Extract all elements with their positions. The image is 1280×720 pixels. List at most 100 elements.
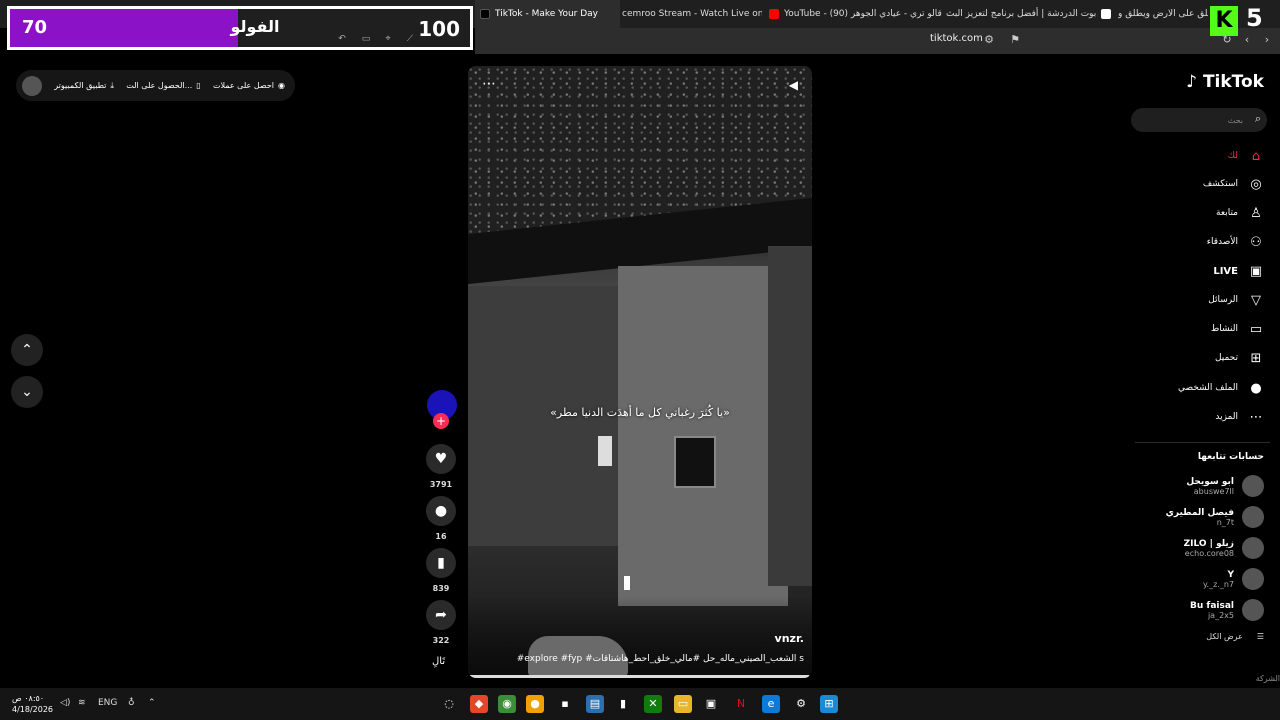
search-icon[interactable]: ⌕: [1255, 112, 1261, 126]
sidebar-item-profile[interactable]: الملف الشخصي ●: [1178, 378, 1264, 398]
settings-icon[interactable]: ⚙: [792, 695, 810, 713]
sidebar-item-upload[interactable]: تحميل ⊞: [1215, 348, 1264, 368]
video-player[interactable]: ⋯ ◀ «يا كُثرَ رغباتي كل ما أهدَت الدنيا …: [468, 66, 812, 678]
video-author[interactable]: vnzr.: [775, 632, 804, 645]
clock-date: 4/18/2026: [12, 705, 54, 714]
tab-other[interactable]: يطلق على الارض ويطلق و...: [1118, 0, 1208, 28]
next-label[interactable]: تَالِ: [432, 656, 445, 667]
search-box[interactable]: ⌕: [1131, 108, 1267, 132]
tiktok-logo-text: TikTok: [1202, 72, 1264, 92]
list-icon: ☰: [1256, 632, 1264, 641]
video-options-icon[interactable]: ⋯: [482, 76, 496, 92]
sidebar-item-friends[interactable]: الأصدقاء ⚇: [1207, 232, 1264, 252]
address-bar[interactable]: [475, 28, 1280, 54]
volume-tray-icon[interactable]: ◁): [60, 698, 70, 708]
language-indicator[interactable]: ENG: [98, 698, 117, 708]
taskbar-clock[interactable]: ٠٨:٥٠ ص 4/18/2026: [12, 693, 53, 715]
following-title: حسابات تتابعها: [1197, 452, 1264, 462]
tab-youtube[interactable]: YouTube - (90) قالو تري - عيادي الجوهر: [764, 0, 944, 28]
phone-icon: ▯: [196, 81, 201, 90]
video-hashtags[interactable]: #explore #fyp #الشعب_الصيني_ماله_حل #مال…: [517, 654, 804, 664]
account-avatar: [1242, 475, 1264, 497]
microphone-icon[interactable]: ♁: [128, 698, 135, 708]
following-account[interactable]: Bu faisal ja_2x5: [1190, 596, 1264, 624]
brave-icon[interactable]: ◆: [470, 695, 488, 713]
sidebar: ♪ TikTok ⌕ لك ⌂ استكشف ◎ متابعة ♙ الأصدقاء ⚇ LIV…: [1130, 66, 1280, 683]
windows-icon[interactable]: ⊞: [820, 695, 838, 713]
chatbot-favicon-icon: [1101, 9, 1112, 19]
account-name: ZILO | زيلو: [1183, 538, 1234, 549]
tab-tiktok[interactable]: TikTok - Make Your Day: [475, 0, 620, 28]
window-icon[interactable]: ▭: [360, 34, 372, 44]
sidebar-item-label: النشاط: [1210, 324, 1238, 334]
undo-icon[interactable]: ↶: [336, 34, 348, 44]
forward-icon[interactable]: ›: [1260, 33, 1274, 47]
following-account[interactable]: فيصل المطيري n_7t: [1166, 503, 1264, 531]
store-icon[interactable]: ▣: [702, 695, 720, 713]
volume-icon[interactable]: ◀: [789, 78, 798, 92]
video-lamp: [624, 576, 630, 590]
comment-button[interactable]: ● 16: [425, 496, 457, 541]
sidebar-item-following[interactable]: متابعة ♙: [1216, 203, 1264, 223]
tiktok-logo[interactable]: ♪ TikTok: [1186, 72, 1264, 92]
xbox-icon[interactable]: ✕: [644, 695, 662, 713]
chevron-up-icon: ⌃: [21, 342, 33, 358]
see-all-button[interactable]: عرض الكل ☰: [1206, 632, 1264, 641]
sidebar-item-home[interactable]: لك ⌂: [1228, 146, 1264, 166]
account-name: فيصل المطيري: [1165, 507, 1234, 518]
wifi-icon[interactable]: ≋: [78, 698, 86, 708]
site-settings-icon[interactable]: ⚙: [982, 33, 996, 47]
desktop-app-button[interactable]: تطبيق الكمبيوتر ⤓: [54, 81, 114, 91]
like-button[interactable]: ♥ 3791: [425, 444, 457, 489]
chart-icon[interactable]: ⟋: [404, 34, 416, 44]
get-coins-button[interactable]: احصل على عملات ◉: [213, 81, 285, 90]
user-avatar[interactable]: [22, 75, 42, 96]
edge-icon[interactable]: e: [762, 695, 780, 713]
save-count: 839: [432, 584, 450, 593]
previous-video-button[interactable]: ⌃: [11, 334, 43, 366]
company-link[interactable]: الشركة: [1256, 674, 1280, 683]
sidebar-item-label: المزيد: [1215, 412, 1238, 422]
sidebar-item-compass[interactable]: استكشف ◎: [1203, 174, 1264, 194]
taskbar: ٠٨:٥٠ ص 4/18/2026 ◁) ≋ ENG ♁ ⌃ ◌ ◆ ◉ ● ▪…: [0, 688, 1280, 720]
account-info: فيصل المطيري n_7t: [1166, 508, 1234, 527]
get-app-button[interactable]: الحصول على الت... ▯: [126, 81, 200, 90]
download-icon: ⤓: [110, 80, 114, 90]
video-progress-track[interactable]: [468, 675, 812, 678]
bookmark-icon[interactable]: ⚑: [1008, 33, 1022, 47]
app-icon[interactable]: ●: [526, 695, 544, 713]
start-icon[interactable]: ◌: [440, 695, 458, 713]
folder-icon[interactable]: ▭: [674, 695, 692, 713]
sidebar-item-more[interactable]: المزيد ⋯: [1215, 407, 1264, 427]
sidebar-item-live[interactable]: LIVE ▣: [1213, 261, 1264, 281]
app3-icon[interactable]: ▮: [614, 695, 632, 713]
tab-label: YouTube - (90) قالو تري - عيادي الجوهر: [784, 9, 942, 19]
sidebar-item-activity[interactable]: النشاط ▭: [1211, 319, 1264, 339]
back-icon[interactable]: ‹: [1240, 33, 1254, 47]
search-input[interactable]: [1139, 112, 1243, 128]
netflix-icon[interactable]: N: [732, 695, 750, 713]
tab-chatbot[interactable]: بوت الدردشة | أفضل برنامج لتعزيز البث: [946, 0, 1116, 28]
tray-expand-icon[interactable]: ⌃: [148, 698, 156, 708]
following-account[interactable]: ابو سويحل abuswe7ll: [1186, 472, 1264, 500]
url-text[interactable]: tiktok.com: [930, 33, 983, 44]
photos-icon[interactable]: ▤: [586, 695, 604, 713]
compass-icon: ◎: [1250, 176, 1262, 192]
tab-kick[interactable]: cemroo Stream - Watch Live on Kick: [622, 0, 762, 28]
messages-icon: ▽: [1251, 292, 1261, 308]
activity-icon: ▭: [1249, 321, 1263, 337]
sidebar-item-messages[interactable]: الرسائل ▽: [1208, 290, 1264, 310]
next-video-button[interactable]: ⌄: [11, 376, 43, 408]
chrome-icon[interactable]: ◉: [498, 695, 516, 713]
pin-icon[interactable]: ⌖: [382, 34, 394, 44]
chevron-down-icon: ⌄: [21, 384, 33, 400]
share-button[interactable]: ➦ 322: [425, 600, 457, 645]
follow-button[interactable]: +: [433, 413, 449, 429]
heart-icon: ♥: [426, 444, 456, 474]
desktop-app-label: تطبيق الكمبيوتر: [54, 81, 107, 90]
following-account[interactable]: Yy._z._n7: [1203, 565, 1264, 593]
save-button[interactable]: ▮ 839: [425, 548, 457, 593]
following-account[interactable]: ZILO | زيلو echo.core08: [1184, 534, 1264, 562]
app2-icon[interactable]: ▪: [556, 695, 574, 713]
tab-label: يطلق على الارض ويطلق و...: [1118, 9, 1208, 19]
